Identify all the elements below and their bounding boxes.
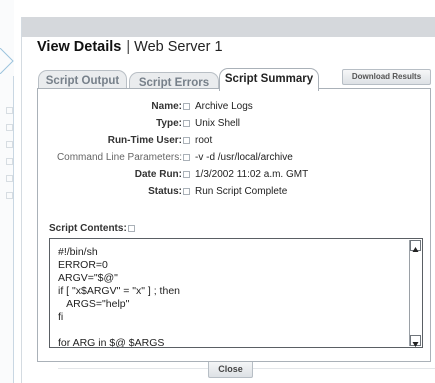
scroll-up-button[interactable] <box>410 240 421 252</box>
field-label-command-line: Command Line Parameters: <box>57 152 190 163</box>
field-value-type: Unix Shell <box>195 118 241 129</box>
left-guide-line <box>13 76 14 383</box>
download-results-button[interactable]: Download Results <box>342 69 431 85</box>
row-marker <box>6 107 13 114</box>
code-line: if [ "x$ARGV" = "x" ] ; then <box>58 285 180 297</box>
scrollbar[interactable] <box>409 240 421 347</box>
dialog-title-subtitle: Web Server 1 <box>134 39 223 55</box>
row-marker <box>6 158 13 165</box>
row-marker <box>6 175 13 182</box>
dialog-title-main: View Details <box>37 39 122 55</box>
checkbox-icon <box>183 153 190 161</box>
code-line: for ARG in $@ $ARGS <box>58 337 165 348</box>
field-label-name: Name: <box>151 101 190 112</box>
code-line: ARGS="help" <box>58 298 130 310</box>
code-line: ARGV="$@" <box>58 272 118 284</box>
dialog-header-bar <box>22 17 435 37</box>
field-label-date-run: Date Run: <box>135 169 190 180</box>
field-row-name: Name: <box>38 101 190 113</box>
code-line: ERROR=0 <box>58 259 108 271</box>
details-dialog: View Details | Web Server 1 Script Output … <box>21 17 435 383</box>
script-contents-label: Script Contents: <box>49 223 135 234</box>
checkbox-icon <box>183 136 190 144</box>
field-value-name: Archive Logs <box>195 101 253 112</box>
field-row-date-run: Date Run: <box>38 169 190 181</box>
close-button[interactable]: Close <box>208 360 253 378</box>
checkbox-icon <box>183 170 190 178</box>
field-value-command-line: -v -d /usr/local/archive <box>195 152 293 163</box>
checkbox-icon <box>183 187 190 195</box>
field-value-status: Run Script Complete <box>195 186 288 197</box>
code-line: fi <box>58 311 64 323</box>
field-label-type: Type: <box>156 118 190 129</box>
checkbox-icon <box>183 119 190 127</box>
triangle-up-icon <box>412 247 419 252</box>
field-label-runtime-user: Run-Time User: <box>108 135 190 146</box>
field-row-status: Status: <box>38 186 190 198</box>
field-value-date-run: 1/3/2002 11:02 a.m. GMT <box>195 169 309 180</box>
field-row-command-line: Command Line Parameters: <box>38 152 190 164</box>
field-label-status: Status: <box>148 186 190 197</box>
row-marker <box>6 124 13 131</box>
field-row-type: Type: <box>38 118 190 130</box>
row-marker <box>6 141 13 148</box>
scroll-down-button[interactable] <box>410 335 421 347</box>
field-row-runtime-user: Run-Time User: <box>38 135 190 147</box>
dialog-title: View Details | Web Server 1 <box>37 39 223 55</box>
field-value-runtime-user: root <box>195 135 213 146</box>
code-line: #!/bin/sh <box>58 246 98 258</box>
checkbox-icon <box>127 224 135 232</box>
title-separator: | <box>126 39 131 55</box>
row-marker <box>6 192 13 199</box>
chevron-right-icon <box>0 48 14 74</box>
triangle-down-icon <box>412 342 419 347</box>
tab-script-summary[interactable]: Script Summary <box>219 68 319 91</box>
script-contents-textarea[interactable]: #!/bin/sh ERROR=0 ARGV="$@" if [ "x$ARGV… <box>49 238 423 348</box>
checkbox-icon <box>183 102 190 110</box>
